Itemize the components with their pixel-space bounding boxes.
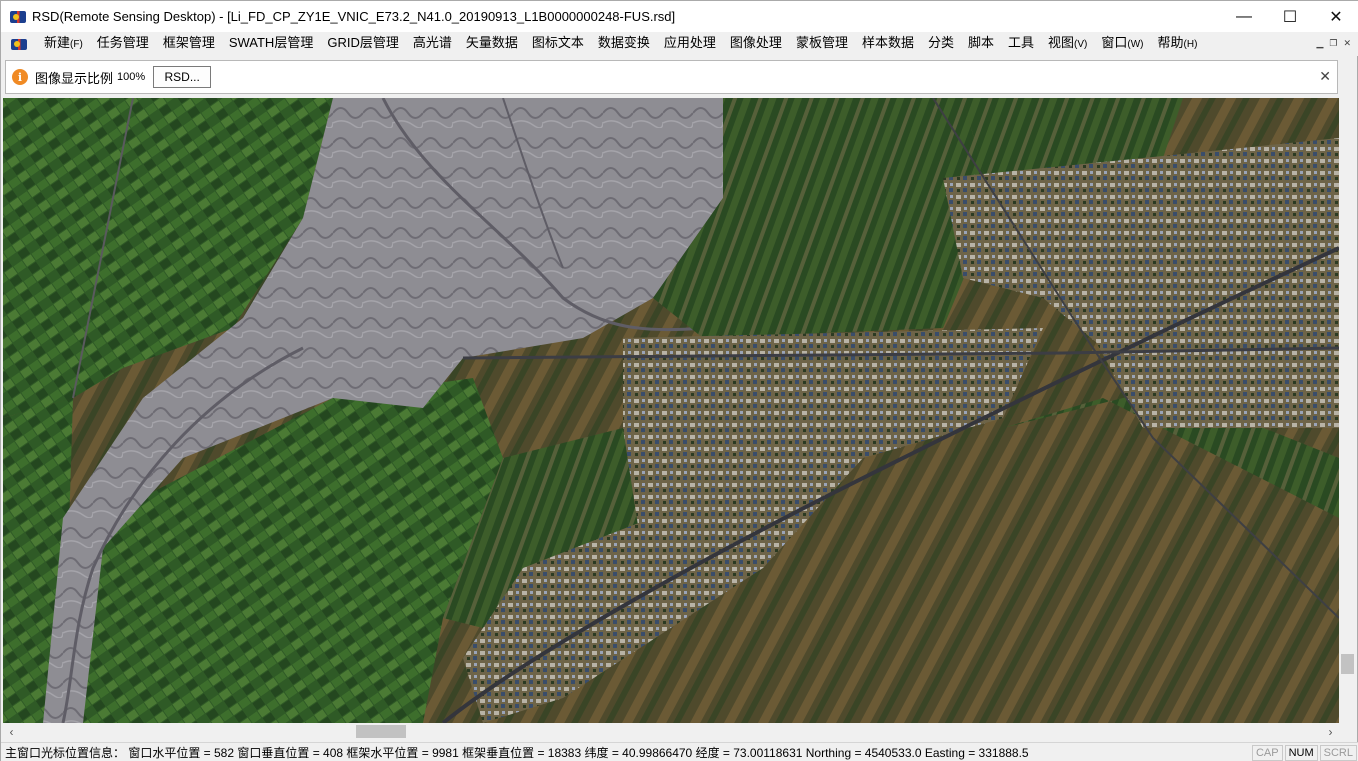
menu-item-3[interactable]: SWATH层管理 [222,31,321,57]
menu-bar: 新建(F) 任务管理 框架管理 SWATH层管理 GRID层管理 高光谱 矢量数据 图标文本数… [1,32,1358,56]
vertical-scrollbar[interactable] [1339,98,1356,723]
info-icon: i [12,69,28,85]
menu-item-label: 蒙板管理 [795,35,848,50]
menu-item-label: 矢量数据 [465,35,518,50]
info-bar: i 图像显示比例 100% RSD... ✕ [5,60,1338,94]
vertical-scroll-thumb[interactable] [1341,654,1354,674]
menu-item-16[interactable]: 视图(V) [1041,31,1094,57]
infobar-close-icon[interactable]: ✕ [1319,68,1331,85]
menu-item-label: 帮助 [1157,35,1184,50]
indicator-cap: CAP [1251,745,1283,761]
menu-item-2[interactable]: 框架管理 [156,31,222,57]
status-bar: 主窗口光标位置信息： 窗口水平位置 = 582 窗口垂直位置 = 408 框架水… [1,742,1358,761]
menu-item-label: 脚本 [967,35,994,50]
app-logo-icon [10,10,26,23]
menu-item-label: 任务管理 [96,35,149,50]
cursor-position-info: 主窗口光标位置信息： 窗口水平位置 = 582 窗口垂直位置 = 408 框架水… [5,746,1029,760]
scrollbar-corner [1339,723,1356,740]
key-indicators: CAP NUM SCRL [1251,745,1357,761]
mdi-close-button[interactable]: ✕ [1343,38,1351,49]
minimize-button[interactable]: — [1221,1,1267,32]
scroll-right-arrow-icon[interactable]: › [1322,723,1339,740]
menu-item-label: GRID层管理 [327,35,399,50]
title-bar[interactable]: RSD(Remote Sensing Desktop) - [Li_FD_CP_… [1,1,1358,32]
menu-item-label: SWATH层管理 [228,35,314,50]
mdi-controls: ▁ ❐ ✕ [1316,38,1351,49]
menu-item-label: 图标文本 [531,35,584,50]
menu-item-label: 样本数据 [861,35,914,50]
menu-item-13[interactable]: 分类 [921,31,961,57]
window-title: RSD(Remote Sensing Desktop) - [Li_FD_CP_… [32,9,676,24]
mdi-restore-button[interactable]: ❐ [1329,38,1337,49]
menu-item-12[interactable]: 样本数据 [855,31,921,57]
menu-item-accelerator: (F) [70,39,83,50]
menu-items: 新建(F) 任务管理 框架管理 SWATH层管理 GRID层管理 高光谱 矢量数据 图标文本数… [37,31,1204,57]
menu-item-accelerator: (W) [1127,39,1144,50]
satellite-image [3,98,1339,723]
close-button[interactable]: ✕ [1313,1,1358,32]
document-logo-icon[interactable] [11,38,27,50]
menu-item-0[interactable]: 新建(F) [37,31,90,57]
menu-item-11[interactable]: 蒙板管理 [789,31,855,57]
menu-item-8[interactable]: 数据变换 [591,31,657,57]
app-window: RSD(Remote Sensing Desktop) - [Li_FD_CP_… [0,0,1358,761]
menu-item-label: 工具 [1008,35,1035,50]
menu-item-14[interactable]: 脚本 [961,31,1001,57]
indicator-scrl: SCRL [1319,745,1357,761]
menu-item-label: 图像处理 [729,35,782,50]
indicator-num: NUM [1284,745,1318,761]
menu-item-label: 视图 [1048,35,1075,50]
menu-item-accelerator: (V) [1074,39,1088,50]
menu-item-accelerator: (H) [1183,39,1198,50]
menu-item-10[interactable]: 图像处理 [723,31,789,57]
menu-item-7[interactable]: 图标文本 [525,31,591,57]
menu-item-label: 数据变换 [597,35,650,50]
menu-item-4[interactable]: GRID层管理 [320,31,406,57]
menu-item-label: 窗口 [1101,35,1128,50]
zoom-label: 图像显示比例 [35,70,114,86]
menu-item-15[interactable]: 工具 [1001,31,1041,57]
menu-item-label: 框架管理 [162,35,215,50]
scroll-left-arrow-icon[interactable]: ‹ [3,723,20,740]
menu-item-9[interactable]: 应用处理 [657,31,723,57]
rsd-button[interactable]: RSD... [153,66,212,88]
horizontal-scrollbar[interactable]: ‹ › [3,723,1339,740]
menu-item-6[interactable]: 矢量数据 [459,31,525,57]
menu-item-label: 新建 [44,35,71,50]
menu-item-17[interactable]: 窗口(W) [1094,31,1150,57]
horizontal-scroll-thumb[interactable] [356,725,406,738]
menu-item-label: 高光谱 [412,35,452,50]
image-viewport[interactable] [3,98,1339,723]
menu-item-label: 分类 [927,35,954,50]
menu-item-label: 应用处理 [663,35,716,50]
mdi-minimize-button[interactable]: ▁ [1316,38,1323,49]
menu-item-5[interactable]: 高光谱 [406,31,459,57]
zoom-value: 100% [117,71,146,83]
window-controls: — ☐ ✕ [1221,1,1358,32]
menu-item-18[interactable]: 帮助(H) [1151,31,1205,57]
menu-item-1[interactable]: 任务管理 [90,31,156,57]
maximize-button[interactable]: ☐ [1267,1,1313,32]
